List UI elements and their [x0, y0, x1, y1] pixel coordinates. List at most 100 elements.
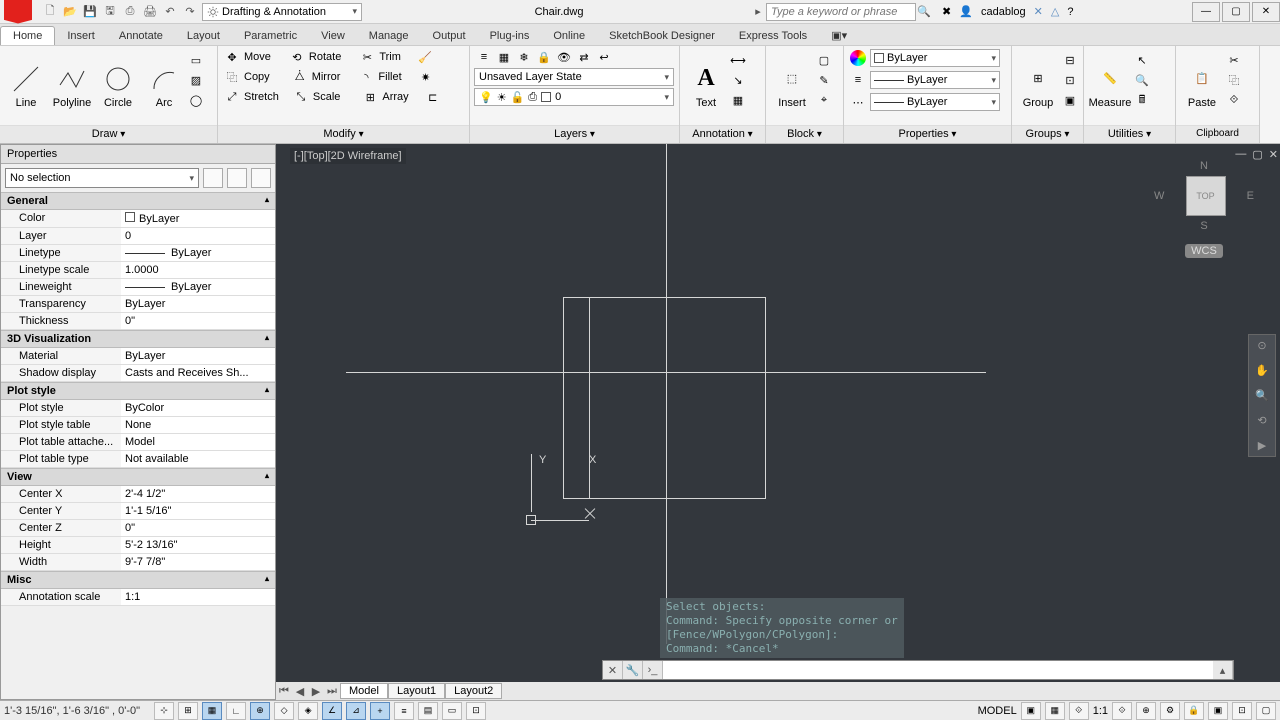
layermatch-icon[interactable]: ⇄	[576, 49, 592, 65]
rotate-icon[interactable]: ⟲	[289, 49, 305, 65]
search-caret-icon[interactable]: ▸	[750, 4, 766, 20]
line-button[interactable]: Line	[4, 48, 48, 123]
osnap-button[interactable]: ◇	[274, 702, 294, 720]
orbit-icon[interactable]: ⟲	[1257, 414, 1266, 427]
prop-value[interactable]: 0"	[121, 520, 275, 536]
mirror-icon[interactable]: ⧊	[292, 69, 308, 85]
tab-prev-icon[interactable]: ◀	[292, 685, 308, 698]
prop-value[interactable]: Not available	[121, 451, 275, 467]
polar-button[interactable]: ⊕	[250, 702, 270, 720]
prop-value[interactable]: Casts and Receives Sh...	[121, 365, 275, 381]
command-input[interactable]	[663, 661, 1213, 679]
quickselect-button[interactable]	[251, 168, 271, 188]
qp-button[interactable]: ▭	[442, 702, 462, 720]
selectobj-button[interactable]	[227, 168, 247, 188]
tab-manage[interactable]: Manage	[357, 27, 421, 45]
prop-value[interactable]: 1.0000	[121, 262, 275, 278]
trim-button[interactable]: Trim	[379, 51, 401, 63]
app-logo[interactable]	[4, 0, 32, 24]
panel-block-title[interactable]: Block ▾	[766, 125, 843, 143]
ucs-icon[interactable]: Y X	[531, 454, 601, 524]
showmotion-icon[interactable]: ▶	[1258, 439, 1266, 452]
grid-button[interactable]: ▦	[202, 702, 222, 720]
scale-icon[interactable]: ⤡	[293, 89, 309, 105]
prop-value[interactable]: Model	[121, 434, 275, 450]
zoom-icon[interactable]: 🔍	[1255, 389, 1269, 402]
layerprev-icon[interactable]: ↩	[596, 49, 612, 65]
close-button[interactable]: ✕	[1252, 2, 1280, 22]
cmd-expand-icon[interactable]: ▴	[1213, 661, 1233, 679]
search-input[interactable]	[766, 3, 916, 21]
new-icon[interactable]: 🗋	[42, 4, 58, 20]
dim-icon[interactable]: ⟷	[730, 52, 746, 68]
snap-button[interactable]: ⊞	[178, 702, 198, 720]
otrack-button[interactable]: ∠	[322, 702, 342, 720]
panel-modify-title[interactable]: Modify ▾	[218, 125, 469, 143]
paste-button[interactable]: 📋Paste	[1180, 48, 1224, 123]
prop-value[interactable]: ByLayer	[121, 210, 275, 227]
layerlock-icon[interactable]: 🔒	[536, 49, 552, 65]
prop-value[interactable]: ByLayer	[121, 279, 275, 295]
maximize-button[interactable]: ▢	[1222, 2, 1250, 22]
exchange-icon[interactable]: ✖	[942, 5, 951, 18]
modelspace-button[interactable]: ▣	[1021, 702, 1041, 720]
color-dropdown[interactable]: ByLayer	[870, 49, 1000, 67]
tab-last-icon[interactable]: ⏭	[324, 685, 340, 698]
isolate-button[interactable]: ⊡	[1232, 702, 1252, 720]
layeroff-icon[interactable]: 👁	[556, 49, 572, 65]
layout-tab-1[interactable]: Layout1	[388, 683, 445, 699]
insert-button[interactable]: ⬚Insert	[770, 48, 814, 123]
dyn-button[interactable]: +	[370, 702, 390, 720]
3dosnap-button[interactable]: ◈	[298, 702, 318, 720]
hardware-button[interactable]: ▣	[1208, 702, 1228, 720]
group-button[interactable]: ⊞Group	[1016, 48, 1060, 123]
colorwheel-icon[interactable]	[850, 50, 866, 66]
print-icon[interactable]: 🖨	[142, 4, 158, 20]
coordinates[interactable]: 1'-3 15/16", 1'-6 3/16" , 0'-0"	[4, 705, 150, 717]
prop-section[interactable]: View	[1, 468, 275, 486]
cmd-wrench-icon[interactable]: 🔧	[623, 661, 643, 679]
prop-section[interactable]: Plot style	[1, 382, 275, 400]
erase-icon[interactable]: 🧹	[417, 49, 433, 65]
infer-button[interactable]: ⊹	[154, 702, 174, 720]
prop-value[interactable]: ByLayer	[121, 245, 275, 261]
cleanscreen-button[interactable]: ▢	[1256, 702, 1276, 720]
scale-button[interactable]: Scale	[313, 91, 341, 103]
leader-icon[interactable]: ↘	[730, 72, 746, 88]
measure-button[interactable]: 📏Measure	[1088, 48, 1132, 123]
annovis-button[interactable]: ⟐	[1112, 702, 1132, 720]
array-button[interactable]: Array	[382, 91, 408, 103]
ellipse-icon[interactable]: ◯	[188, 92, 204, 108]
tab-sketchbook[interactable]: SketchBook Designer	[597, 27, 727, 45]
plot-icon[interactable]: ⎙	[122, 4, 138, 20]
fillet-icon[interactable]: ◝	[358, 69, 374, 85]
prop-value[interactable]: 5'-2 13/16"	[121, 537, 275, 553]
minimize-button[interactable]: —	[1192, 2, 1220, 22]
linetype-dropdown[interactable]: ByLayer	[870, 93, 1000, 111]
annoauto-button[interactable]: ⊕	[1136, 702, 1156, 720]
selection-dropdown[interactable]: No selection	[5, 168, 199, 188]
fullnav-icon[interactable]: ⊙	[1257, 339, 1266, 352]
viewcube-top[interactable]: TOP	[1186, 176, 1226, 216]
ortho-button[interactable]: ∟	[226, 702, 246, 720]
pan-icon[interactable]: ✋	[1255, 364, 1269, 377]
tab-parametric[interactable]: Parametric	[232, 27, 309, 45]
panel-properties-title[interactable]: Properties ▾	[844, 125, 1011, 143]
prop-value[interactable]: 1:1	[121, 589, 275, 605]
stretch-button[interactable]: Stretch	[244, 91, 279, 103]
panel-annotation-title[interactable]: Annotation ▾	[680, 125, 765, 143]
text-button[interactable]: AText	[684, 48, 728, 123]
polyline-button[interactable]: Polyline	[50, 48, 94, 123]
tab-home[interactable]: Home	[0, 26, 55, 45]
explode-icon[interactable]: ✷	[418, 69, 434, 85]
layout-tab-model[interactable]: Model	[340, 683, 388, 699]
rectangle-icon[interactable]: ▭	[188, 52, 204, 68]
tab-express[interactable]: Express Tools	[727, 27, 819, 45]
copy-button[interactable]: Copy	[244, 71, 270, 83]
prop-value[interactable]: ByLayer	[121, 348, 275, 364]
stretch-icon[interactable]: ⤢	[224, 89, 240, 105]
groupedit-icon[interactable]: ⊡	[1062, 72, 1078, 88]
search-icon[interactable]: 🔍	[916, 4, 932, 20]
hatch-icon[interactable]: ▨	[188, 72, 204, 88]
move-icon[interactable]: ✥	[224, 49, 240, 65]
